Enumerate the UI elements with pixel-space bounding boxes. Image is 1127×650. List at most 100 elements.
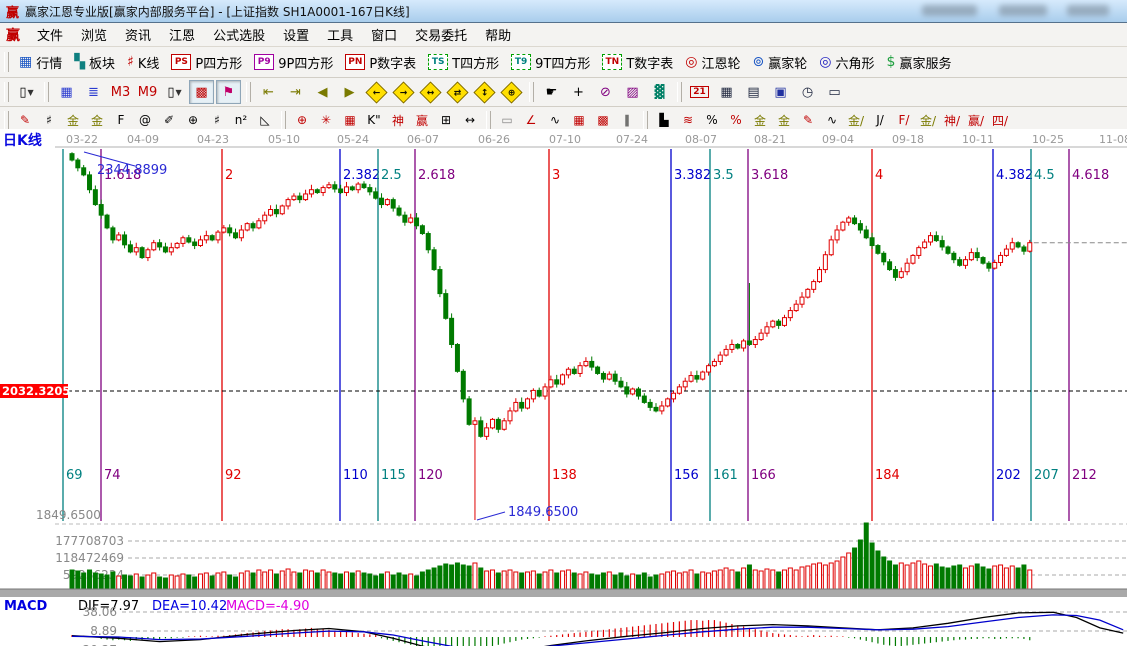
tool-p-number-table[interactable]: PNP数字表 (339, 51, 422, 74)
crosshair-tool-icon[interactable]: + (566, 80, 591, 104)
f-angle-icon[interactable]: F/ (893, 109, 915, 131)
menu-item[interactable]: 交易委托 (406, 23, 476, 46)
gold-angle-2-icon[interactable]: 金/ (917, 109, 939, 131)
calculator-icon[interactable]: ▦ (714, 80, 739, 104)
chart-area[interactable]: 日K线03-2204-0904-2305-1005-2406-0706-2607… (0, 129, 1127, 646)
pane-splitter[interactable] (0, 589, 1127, 597)
ruler-123-icon[interactable]: ⊞ (435, 109, 457, 131)
tool-gann-wheel[interactable]: ◎江恩轮 (679, 51, 746, 74)
n-square-icon[interactable]: n² (230, 109, 252, 131)
spiral-tool-icon[interactable]: @ (134, 109, 156, 131)
percent-icon[interactable]: % (701, 109, 723, 131)
chart-window-icon[interactable]: ▦ (54, 80, 79, 104)
next-bar-icon[interactable]: ▶ (337, 80, 362, 104)
menu-item[interactable]: 帮助 (476, 23, 520, 46)
prev-bar-icon[interactable]: ◀ (310, 80, 335, 104)
box-select-icon[interactable]: ▭ (496, 109, 518, 131)
diamond-all-icon[interactable]: ⊕ (499, 80, 524, 104)
zigzag-tool-icon[interactable]: ∿ (544, 109, 566, 131)
paint-tool-icon[interactable]: ▨ (620, 80, 645, 104)
gold-circle-2-icon[interactable]: 金 (773, 109, 795, 131)
diamond-left-icon[interactable]: ← (364, 80, 389, 104)
hand-tool-icon[interactable]: ☛ (539, 80, 564, 104)
tool-t-square[interactable]: TST四方形 (422, 51, 505, 74)
save-icon[interactable]: ▣ (768, 80, 793, 104)
candle (339, 189, 343, 193)
menu-item[interactable]: 浏览 (72, 23, 116, 46)
menu-item[interactable]: 江恩 (160, 23, 204, 46)
chart-canvas[interactable]: 日K线03-2204-0904-2305-1005-2406-0706-2607… (0, 129, 1127, 646)
quote-info-list-icon[interactable]: ≣ (81, 80, 106, 104)
tool-hexagon[interactable]: ◎六角形 (813, 51, 880, 74)
bar-stats-icon[interactable]: ▙ (653, 109, 675, 131)
gold-gate-2-icon[interactable]: 金 (86, 109, 108, 131)
circle-ruler-icon[interactable]: ⊕ (182, 109, 204, 131)
tick-ruler-icon[interactable]: ♯ (38, 109, 60, 131)
tool-winner-service[interactable]: $赢家服务 (881, 51, 958, 74)
region-zoom-tool-icon[interactable]: ⊘ (593, 80, 618, 104)
diamond-right-icon[interactable]: → (391, 80, 416, 104)
si-angle-icon[interactable]: 四/ (989, 109, 1011, 131)
gann-grid-tool-icon[interactable]: ▩ (189, 80, 214, 104)
shen-tool-icon[interactable]: 神 (387, 109, 409, 131)
chart-label: 120 (418, 468, 443, 483)
tool-p-square[interactable]: PSP四方形 (165, 51, 248, 74)
wave-line-icon[interactable]: ∿ (821, 109, 843, 131)
notepad-icon[interactable]: ▤ (741, 80, 766, 104)
gann-grid-icon[interactable]: ▦ (339, 109, 361, 131)
k-quote-icon[interactable]: K" (363, 109, 385, 131)
menu-item[interactable]: 工具 (318, 23, 362, 46)
tool-t-number-table[interactable]: TNT数字表 (596, 51, 679, 74)
tool-kline[interactable]: ♯K线 (121, 51, 165, 74)
menu-item[interactable]: 文件 (28, 23, 72, 46)
percent-wave-icon[interactable]: ≋ (677, 109, 699, 131)
width-arrows-icon[interactable]: ↔ (459, 109, 481, 131)
ying-angle-icon[interactable]: 赢/ (965, 109, 987, 131)
red-grid-1-icon[interactable]: ▦ (568, 109, 590, 131)
gann-web-icon[interactable]: ✳ (315, 109, 337, 131)
color-volume-flag-icon[interactable]: ⚑ (216, 80, 241, 104)
ying-tool-icon[interactable]: 赢 (411, 109, 433, 131)
shen-angle-icon[interactable]: 神/ (941, 109, 963, 131)
calendar-21-icon[interactable]: 21 (687, 80, 712, 104)
volume-bar (911, 563, 915, 589)
diamond-updown-icon[interactable]: ↕ (472, 80, 497, 104)
pencil-flag-icon[interactable]: ✎ (797, 109, 819, 131)
rays-tool-icon[interactable]: ∠ (520, 109, 542, 131)
candle (917, 248, 921, 256)
f-tool-icon[interactable]: F (110, 109, 132, 131)
stats-tool-icon[interactable]: ▓ (647, 80, 672, 104)
tool-9t-square[interactable]: T99T四方形 (505, 51, 596, 74)
diamond-swap-icon[interactable]: ⇄ (445, 80, 470, 104)
target-cross-icon[interactable]: ⊕ (291, 109, 313, 131)
volume-bar (309, 571, 313, 589)
pencil-tool-icon[interactable]: ✎ (14, 109, 36, 131)
menu-item[interactable]: 资讯 (116, 23, 160, 46)
candle-tool-dropdown-icon[interactable]: ▯▼ (162, 80, 187, 104)
tool-winner-wheel[interactable]: ⊚赢家轮 (747, 51, 814, 74)
diamond-expand-icon[interactable]: ↔ (418, 80, 443, 104)
tick-ruler-2-icon[interactable]: ♯ (206, 109, 228, 131)
pencil-2-icon[interactable]: ✐ (158, 109, 180, 131)
red-grid-2-icon[interactable]: ▩ (592, 109, 614, 131)
j-angle-icon[interactable]: J/ (869, 109, 891, 131)
last-page-icon[interactable]: ⇥ (283, 80, 308, 104)
gold-angle-icon[interactable]: 金/ (845, 109, 867, 131)
menu-item[interactable]: 设置 (274, 23, 318, 46)
gold-gate-1-icon[interactable]: 金 (62, 109, 84, 131)
tool-sectors[interactable]: ▚板块 (68, 51, 121, 74)
angle-tool-icon[interactable]: ◺ (254, 109, 276, 131)
gold-circle-1-icon[interactable]: 金 (749, 109, 771, 131)
menu-item[interactable]: 公式选股 (204, 23, 274, 46)
menu-item[interactable]: 窗口 (362, 23, 406, 46)
tool-quotes[interactable]: ▦行情 (13, 51, 68, 74)
slant-lines-icon[interactable]: ∥ (616, 109, 638, 131)
candle-style-dropdown-icon[interactable]: ▯▼ (14, 80, 39, 104)
printer-icon[interactable]: ▭ (822, 80, 847, 104)
wave-3-tool-icon[interactable]: M3 (108, 80, 133, 104)
wave-9-tool-icon[interactable]: M9 (135, 80, 160, 104)
first-page-icon[interactable]: ⇤ (256, 80, 281, 104)
percent-line-icon[interactable]: % (725, 109, 747, 131)
clock-save-icon[interactable]: ◷ (795, 80, 820, 104)
tool-9p-square[interactable]: P99P四方形 (248, 51, 339, 74)
